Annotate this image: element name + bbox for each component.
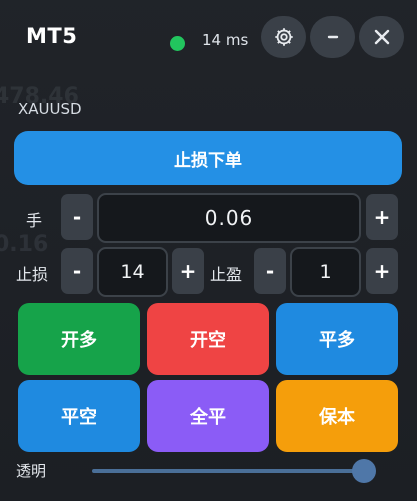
close-all-button[interactable]: 全平 xyxy=(147,380,269,452)
stop-order-button[interactable]: 止损下单 xyxy=(14,131,402,185)
take-profit-decrease-button[interactable]: - xyxy=(254,248,286,294)
stop-loss-label: 止损 xyxy=(16,265,49,284)
lot-value: 0.06 xyxy=(204,206,254,230)
header: MT5 14 ms xyxy=(0,0,417,80)
take-profit-increase-button[interactable]: + xyxy=(366,248,398,294)
connection-status-dot xyxy=(170,36,185,51)
stop-loss-increase-button[interactable]: + xyxy=(172,248,204,294)
take-profit-value: 1 xyxy=(319,261,332,283)
close-icon xyxy=(373,28,391,46)
close-long-button[interactable]: 平多 xyxy=(276,303,398,375)
trading-panel: 478.46 0.16 MT5 14 ms XAUUSD 止损下单 手 - 0.… xyxy=(0,0,417,501)
symbol-label: XAUUSD xyxy=(18,100,82,118)
settings-button[interactable] xyxy=(261,16,306,58)
lot-label: 手 xyxy=(26,211,43,230)
opacity-slider-track[interactable] xyxy=(92,469,372,473)
open-short-button[interactable]: 开空 xyxy=(147,303,269,375)
lot-decrease-button[interactable]: - xyxy=(61,194,93,240)
minimize-icon xyxy=(325,29,341,45)
close-short-button[interactable]: 平空 xyxy=(18,380,140,452)
opacity-slider-thumb[interactable] xyxy=(351,459,376,483)
gear-icon xyxy=(273,26,295,48)
background-chart-text: 0.16 xyxy=(0,232,49,257)
stop-loss-value: 14 xyxy=(120,261,145,283)
minimize-button[interactable] xyxy=(310,16,355,58)
open-long-button[interactable]: 开多 xyxy=(18,303,140,375)
stop-loss-input[interactable]: 14 xyxy=(97,247,168,297)
lot-input[interactable]: 0.06 xyxy=(97,193,361,243)
app-title: MT5 xyxy=(26,24,78,48)
breakeven-button[interactable]: 保本 xyxy=(276,380,398,452)
latency-text: 14 ms xyxy=(202,31,249,49)
take-profit-label: 止盈 xyxy=(210,265,243,284)
take-profit-input[interactable]: 1 xyxy=(290,247,361,297)
opacity-label: 透明 xyxy=(16,462,47,480)
close-button[interactable] xyxy=(359,16,404,58)
lot-increase-button[interactable]: + xyxy=(366,194,398,240)
stop-loss-decrease-button[interactable]: - xyxy=(61,248,93,294)
